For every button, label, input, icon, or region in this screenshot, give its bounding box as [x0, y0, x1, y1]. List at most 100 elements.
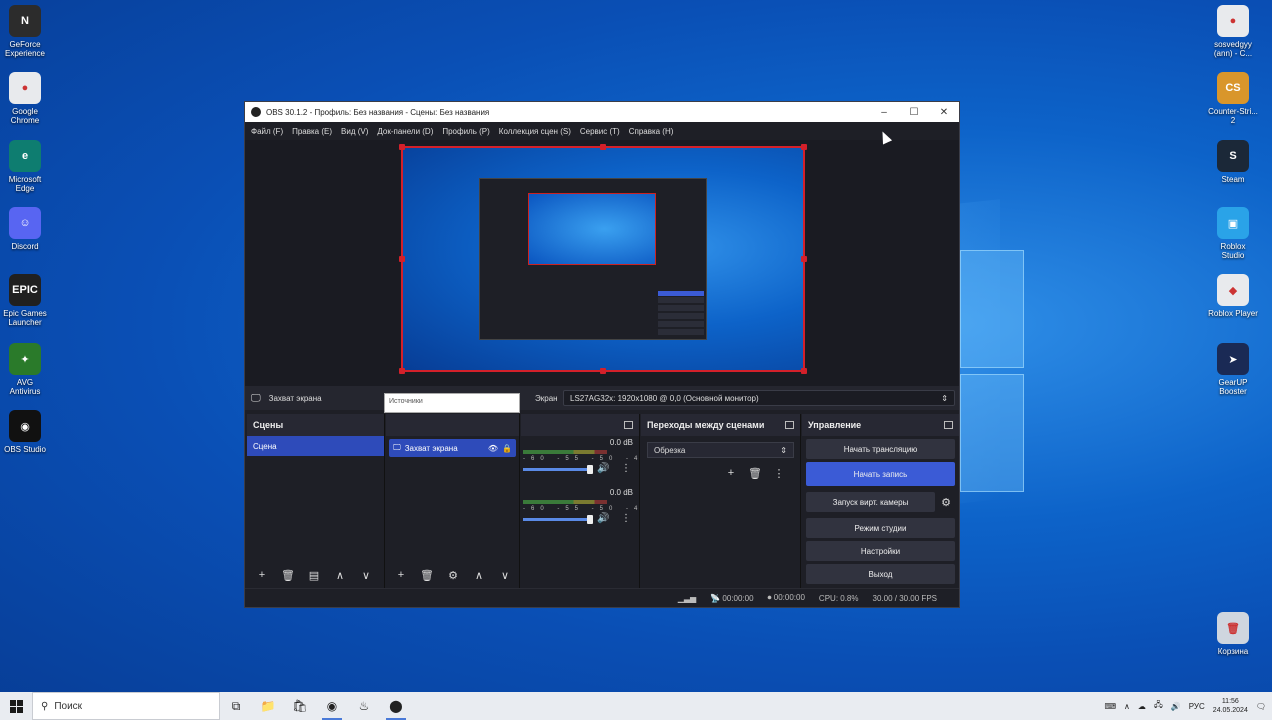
- exit-button[interactable]: Выход: [806, 564, 955, 584]
- preview-area[interactable]: [245, 140, 959, 386]
- sources-dock: 🖵 Захват экрана 👁 🔒 + 🗑 ⚙ ∧ ∨: [386, 414, 520, 590]
- resize-handle[interactable]: [399, 368, 405, 374]
- float-dock-icon[interactable]: [785, 421, 794, 429]
- maximize-icon[interactable]: ☐: [899, 107, 929, 118]
- move-up-button[interactable]: ∧: [331, 566, 349, 584]
- volume-icon[interactable]: 🔊: [1171, 702, 1181, 711]
- desktop-icon-chrome-profile[interactable]: ● sosvedgyy (ann) - C...: [1206, 5, 1260, 58]
- volume-slider-handle[interactable]: [587, 515, 593, 524]
- desktop-icon-avast[interactable]: ✦ AVG Antivirus: [0, 343, 52, 396]
- menu-tools[interactable]: Сервис (T): [580, 127, 620, 136]
- gear-icon[interactable]: ⚙: [937, 493, 955, 511]
- start-streaming-button[interactable]: Начать трансляцию: [806, 439, 955, 459]
- scene-filters-button[interactable]: ▤: [305, 566, 323, 584]
- desktop-icon-chrome[interactable]: ● Google Chrome: [0, 72, 52, 125]
- desktop-icon-epic[interactable]: EPIC Epic Games Launcher: [0, 274, 52, 327]
- desktop-icon-roblox-studio[interactable]: ▣ Roblox Studio: [1206, 207, 1260, 260]
- clock[interactable]: 11:56 24.05.2024: [1213, 697, 1248, 715]
- source-item[interactable]: 🖵 Захват экрана 👁 🔒: [389, 439, 516, 457]
- chrome-taskbar-icon[interactable]: ◉: [316, 692, 348, 720]
- float-dock-icon[interactable]: [944, 421, 953, 429]
- resize-handle[interactable]: [399, 144, 405, 150]
- cloud-icon[interactable]: ☁: [1138, 702, 1146, 711]
- volume-slider-handle[interactable]: [587, 465, 593, 474]
- move-up-button[interactable]: ∧: [470, 566, 488, 584]
- resize-handle[interactable]: [399, 256, 405, 262]
- desktop-icon-roblox-player[interactable]: ◆ Roblox Player: [1206, 274, 1260, 318]
- resize-handle[interactable]: [801, 368, 807, 374]
- taskbar-search[interactable]: ⚲ Поиск: [32, 692, 220, 720]
- volume-slider[interactable]: [523, 518, 591, 521]
- network-icon[interactable]: 🖧: [1154, 699, 1163, 713]
- volume-meter: [523, 500, 607, 504]
- float-dock-icon[interactable]: [624, 421, 633, 429]
- more-options-icon[interactable]: ⋮: [621, 513, 631, 524]
- preview-canvas[interactable]: [399, 144, 807, 374]
- remove-scene-button[interactable]: 🗑: [279, 566, 297, 584]
- resize-handle[interactable]: [801, 256, 807, 262]
- chevron-up-icon[interactable]: ∧: [1124, 702, 1130, 711]
- gearup-icon: ➤: [1217, 343, 1249, 375]
- recursive-obs-preview: [479, 178, 707, 340]
- desktop-icon-counter-strike[interactable]: CS Counter-Stri... 2: [1206, 72, 1260, 125]
- display-select[interactable]: LS27AG32x: 1920x1080 @ 0,0 (Основной мон…: [563, 390, 955, 406]
- steam-taskbar-icon[interactable]: ♨: [348, 692, 380, 720]
- obs-window[interactable]: OBS 30.1.2 - Профиль: Без названия - Сце…: [244, 101, 960, 608]
- menu-view[interactable]: Вид (V): [341, 127, 368, 136]
- resize-handle[interactable]: [600, 368, 606, 374]
- desktop-icon-edge[interactable]: e Microsoft Edge: [0, 140, 52, 193]
- menu-scene-collection[interactable]: Коллекция сцен (S): [499, 127, 571, 136]
- eye-icon[interactable]: 👁: [488, 444, 498, 453]
- resize-handle[interactable]: [801, 144, 807, 150]
- move-down-button[interactable]: ∨: [496, 566, 514, 584]
- desktop-icon-gearup[interactable]: ➤ GearUP Booster: [1206, 343, 1260, 396]
- settings-button[interactable]: Настройки: [806, 541, 955, 561]
- notifications-icon[interactable]: 🗨: [1256, 702, 1266, 711]
- start-recording-button[interactable]: Начать запись: [806, 462, 955, 486]
- source-settings-button[interactable]: ⚙: [444, 566, 462, 584]
- remove-source-button[interactable]: 🗑: [418, 566, 436, 584]
- menu-profile[interactable]: Профиль (P): [442, 127, 489, 136]
- transition-select[interactable]: Обрезка ⇕: [647, 442, 794, 458]
- start-button[interactable]: [0, 692, 32, 720]
- language-indicator[interactable]: РУС: [1189, 702, 1205, 711]
- studio-mode-button[interactable]: Режим студии: [806, 518, 955, 538]
- obs-taskbar-icon[interactable]: ⬤: [380, 692, 412, 720]
- source-item-label: Захват экрана: [404, 443, 458, 453]
- remove-transition-button[interactable]: 🗑: [746, 464, 764, 482]
- start-virtual-camera-button[interactable]: Запуск вирт. камеры: [806, 492, 935, 512]
- obs-icon: ◉: [9, 410, 41, 442]
- scene-item[interactable]: Сцена: [247, 436, 384, 456]
- close-icon[interactable]: ✕: [929, 107, 959, 118]
- resize-handle[interactable]: [600, 144, 606, 150]
- roblox-player-icon: ◆: [1217, 274, 1249, 306]
- store-icon[interactable]: 🛍: [284, 692, 316, 720]
- obs-titlebar[interactable]: OBS 30.1.2 - Профиль: Без названия - Сце…: [245, 102, 959, 122]
- desktop-icon-recycle-bin[interactable]: 🗑 Корзина: [1206, 612, 1260, 656]
- more-options-icon[interactable]: ⋮: [621, 463, 631, 474]
- desktop-icon-steam[interactable]: S Steam: [1206, 140, 1260, 184]
- mixer-channel: 0.0 dB -60 -55 -50 -45 -40 -35 -30 -25 -…: [521, 486, 929, 536]
- recycle-bin-icon: 🗑: [1217, 612, 1249, 644]
- speaker-icon[interactable]: 🔊: [597, 513, 609, 524]
- add-scene-button[interactable]: +: [253, 566, 271, 584]
- chevron-down-icon: ⇕: [780, 445, 787, 455]
- lock-icon[interactable]: 🔒: [502, 444, 512, 453]
- speaker-icon[interactable]: 🔊: [597, 463, 609, 474]
- file-explorer-icon[interactable]: 📁: [252, 692, 284, 720]
- desktop-icon-discord[interactable]: ☺ Discord: [0, 207, 52, 251]
- menu-file[interactable]: Файл (F): [251, 127, 283, 136]
- menu-help[interactable]: Справка (H): [629, 127, 674, 136]
- add-transition-button[interactable]: +: [722, 464, 740, 482]
- desktop-icon-geforce[interactable]: N GeForce Experience: [0, 5, 52, 58]
- minimize-icon[interactable]: –: [869, 107, 899, 118]
- menu-docks[interactable]: Док-панели (D): [377, 127, 433, 136]
- more-options-icon[interactable]: ⋮: [770, 464, 788, 482]
- volume-slider[interactable]: [523, 468, 591, 471]
- move-down-button[interactable]: ∨: [357, 566, 375, 584]
- keyboard-icon[interactable]: ⌨: [1104, 702, 1116, 711]
- desktop-icon-obs[interactable]: ◉ OBS Studio: [0, 410, 52, 454]
- menu-edit[interactable]: Правка (E): [292, 127, 332, 136]
- task-view-icon[interactable]: ⧉: [220, 692, 252, 720]
- add-source-button[interactable]: +: [392, 566, 410, 584]
